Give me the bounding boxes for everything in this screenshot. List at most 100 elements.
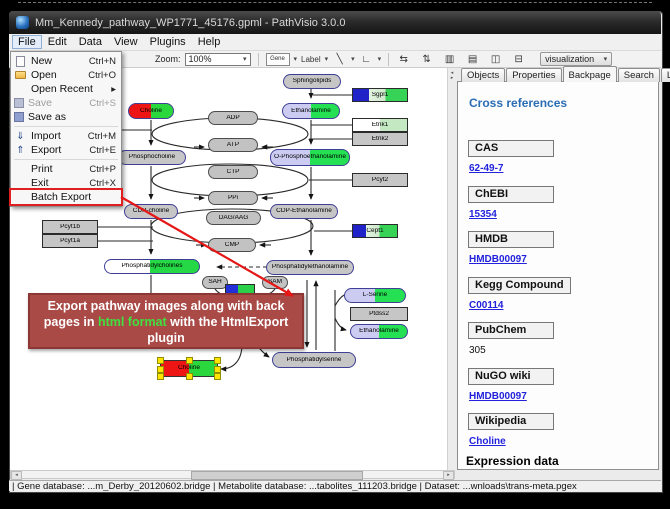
new-label-button[interactable]: Label	[301, 52, 321, 66]
selection-handle[interactable]	[186, 373, 193, 380]
selection-handle[interactable]	[214, 373, 221, 380]
node-ptdss2[interactable]: Ptdss2	[350, 307, 408, 321]
distribute-vertical-icon[interactable]: ▤	[465, 52, 480, 66]
xref-value-chebi[interactable]: 15354	[469, 209, 497, 220]
node-ppi[interactable]: PPi	[208, 191, 258, 205]
node-cmp[interactable]: CMP	[208, 238, 256, 252]
tab-search[interactable]: Search	[618, 68, 660, 82]
menu-help[interactable]: Help	[192, 36, 227, 48]
zoom-label: Zoom:	[155, 54, 181, 64]
scroll-right-icon[interactable]: ▸	[443, 471, 454, 480]
scroll-left-icon[interactable]: ◂	[11, 471, 22, 480]
align-center-vertical-icon[interactable]: ⇅	[419, 52, 434, 66]
line-dropdown-icon[interactable]: ▾	[351, 55, 355, 63]
xref-value-nugo-wiki[interactable]: HMDB00097	[469, 391, 527, 402]
xref-value-wikipedia[interactable]: Choline	[469, 436, 506, 447]
chevron-down-icon[interactable]: ▾	[604, 55, 608, 63]
node-ethanolamine-bottom[interactable]: Ethanolamine	[350, 324, 408, 339]
tab-objects[interactable]: Objects	[461, 68, 505, 82]
shortcut-label: Ctrl+O	[88, 70, 116, 81]
node-choline-top[interactable]: Choline	[128, 103, 174, 119]
connector-tool-button[interactable]: ∟	[359, 52, 374, 66]
tab-legend[interactable]: Legend	[661, 68, 670, 82]
visualization-combobox[interactable]: visualization ▾	[540, 52, 612, 66]
label-dropdown-icon[interactable]: ▾	[325, 55, 329, 63]
file-menu-item-save-as[interactable]: Save as	[11, 110, 121, 124]
node-phosphatidylcholines[interactable]: Phosphatidylcholines	[104, 259, 200, 274]
node-ctp[interactable]: CTP	[208, 165, 258, 179]
file-menu-item-new[interactable]: NewCtrl+N	[11, 54, 121, 68]
file-menu-item-exit[interactable]: ExitCtrl+X	[11, 176, 121, 190]
callout-highlight: html format	[98, 315, 167, 329]
selection-handle[interactable]	[186, 357, 193, 364]
file-menu-item-print[interactable]: PrintCtrl+P	[11, 162, 121, 176]
line-tool-button[interactable]: ╲	[332, 52, 347, 66]
stack-vertical-icon[interactable]: ◫	[488, 52, 503, 66]
node-choline-selected[interactable]: Choline	[160, 360, 218, 377]
node-o-phosphoethanolamine[interactable]: O-Phosphoethanolamine	[270, 149, 350, 166]
file-menu-item-import[interactable]: ⇓ImportCtrl+M	[11, 129, 121, 143]
zoom-combobox[interactable]: 100% ▾	[185, 53, 251, 66]
xref-value-hmdb[interactable]: HMDB00097	[469, 254, 527, 265]
node-etnk2[interactable]: Etnk2	[352, 132, 408, 146]
node-etnk1[interactable]: Etnk1	[352, 118, 408, 132]
selection-handle[interactable]	[157, 366, 164, 373]
datanode-dropdown-icon[interactable]: ▾	[294, 55, 298, 63]
distribute-horizontal-icon[interactable]: ▥	[442, 52, 457, 66]
xref-value-cas[interactable]: 62-49-7	[469, 163, 503, 174]
menu-file[interactable]: File	[12, 35, 42, 49]
node-label: ATP	[227, 142, 239, 149]
node-sphingolipids[interactable]: Sphingolipids	[283, 74, 341, 89]
node-adp[interactable]: ADP	[208, 111, 258, 125]
selection-handle[interactable]	[157, 357, 164, 364]
node-sgpl1[interactable]: Sgpl1	[352, 88, 408, 102]
node-dag-aag[interactable]: DAG/AAG	[206, 211, 261, 225]
scrollbar-thumb[interactable]	[191, 471, 363, 480]
xref-value-kegg-compound[interactable]: C00114	[469, 300, 503, 311]
tab-properties[interactable]: Properties	[506, 68, 561, 82]
node-cept1[interactable]: Cept1	[352, 224, 398, 238]
menu-separator	[14, 159, 118, 160]
selection-handle[interactable]	[157, 373, 164, 380]
node-cdp-choline[interactable]: CDP-choline	[124, 204, 178, 219]
node-pcyt2[interactable]: Pcyt2	[352, 173, 408, 187]
splitter-collapse-icon[interactable]: ◂▸	[448, 71, 456, 81]
node-sam[interactable]: SAM	[262, 276, 288, 289]
node-label: Phosphocholine	[129, 154, 175, 161]
node-cdp-ethanolamine[interactable]: CDP-Ethanolamine	[270, 204, 338, 219]
horizontal-scrollbar[interactable]: ◂ ▸	[10, 470, 455, 479]
align-center-horizontal-icon[interactable]: ⇆	[396, 52, 411, 66]
node-phosphatidylserine[interactable]: Phosphatidylserine	[272, 352, 356, 368]
file-menu-item-save: SaveCtrl+S	[11, 96, 121, 110]
selection-handle[interactable]	[214, 366, 221, 373]
connector-dropdown-icon[interactable]: ▾	[378, 55, 382, 63]
tab-backpage[interactable]: Backpage	[563, 66, 617, 82]
file-menu-item-open[interactable]: OpenCtrl+O	[11, 68, 121, 82]
xref-title-wikipedia: Wikipedia	[468, 413, 554, 430]
menu-data[interactable]: Data	[73, 36, 108, 48]
node-phosphocholine[interactable]: Phosphocholine	[118, 150, 186, 165]
chevron-down-icon[interactable]: ▾	[243, 55, 247, 63]
file-menu-item-batch-export[interactable]: Batch Export	[11, 190, 121, 204]
xref-title-pubchem: PubChem	[468, 322, 554, 339]
menu-view[interactable]: View	[108, 36, 144, 48]
node-pcyt1a[interactable]: Pcyt1a	[42, 234, 98, 248]
selection-handle[interactable]	[214, 357, 221, 364]
node-phosphatidylethanolamine[interactable]: Phosphatidylethanolamine	[266, 260, 354, 275]
new-datanode-button[interactable]: Gene	[266, 52, 290, 66]
node-l-serine[interactable]: L-Serine	[344, 288, 406, 303]
panel-splitter[interactable]: ◂▸	[447, 68, 456, 470]
import-icon: ⇓	[14, 130, 27, 142]
stack-horizontal-icon[interactable]: ⊟	[511, 52, 526, 66]
node-pcyt1b[interactable]: Pcyt1b	[42, 220, 98, 234]
menu-edit[interactable]: Edit	[42, 36, 73, 48]
node-atp[interactable]: ATP	[208, 138, 258, 152]
node-ethanolamine-top[interactable]: Ethanolamine	[282, 103, 340, 119]
node-label: Cept1	[366, 228, 383, 235]
menu-plugins[interactable]: Plugins	[144, 36, 192, 48]
node-label: PPi	[228, 195, 238, 202]
cross-references-heading: Cross references	[469, 96, 567, 110]
title-bar[interactable]: Mm_Kennedy_pathway_WP1771_45176.gpml - P…	[9, 11, 661, 34]
file-menu-item-export[interactable]: ⇑ExportCtrl+E	[11, 143, 121, 157]
file-menu-item-open-recent[interactable]: Open Recent▸	[11, 82, 121, 96]
